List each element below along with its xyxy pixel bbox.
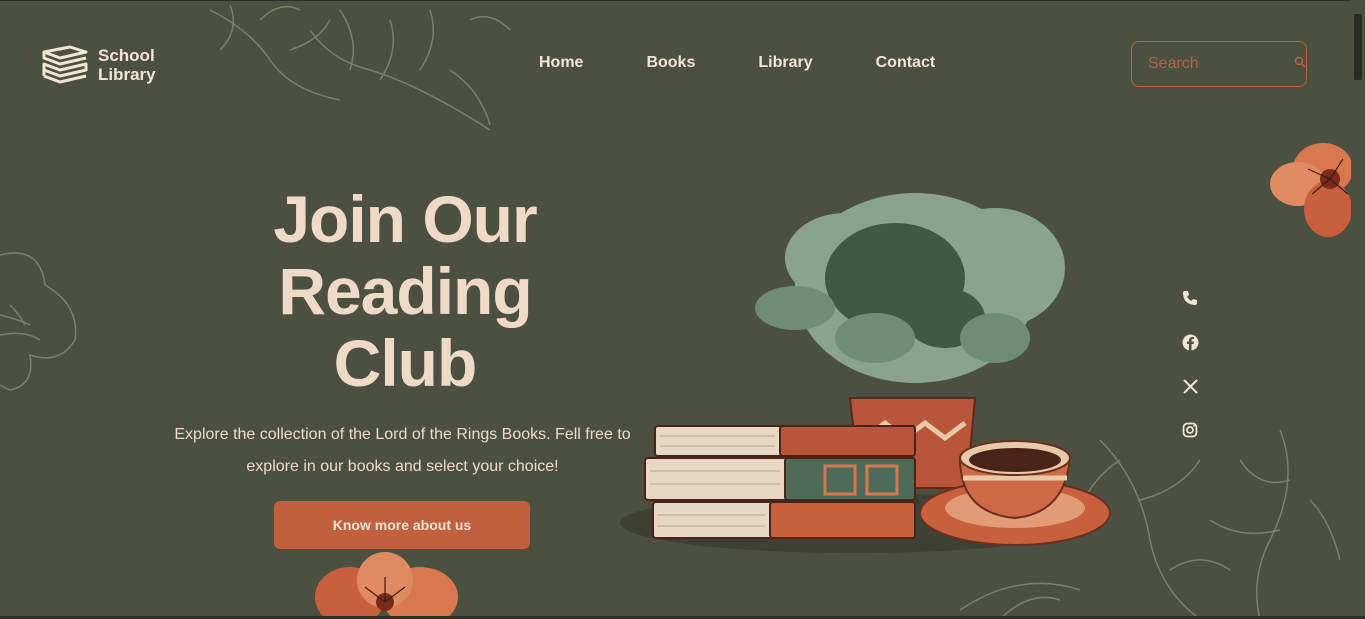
books-plant-illustration — [620, 193, 1111, 553]
nav-item-library[interactable]: Library — [758, 54, 812, 72]
hero-title: Join Our Reading Club — [200, 183, 610, 399]
scrollbar-thumb[interactable] — [1354, 14, 1362, 80]
books-stack-icon — [42, 45, 88, 84]
flower-illustration-bottom — [315, 552, 458, 619]
hero-description-line1: Explore the collection of the Lord of th… — [174, 426, 631, 443]
brand-line2: Library — [98, 65, 156, 84]
instagram-icon[interactable] — [1180, 420, 1200, 440]
hero-description-line2: explore in our books and select your cho… — [246, 458, 559, 475]
x-icon[interactable] — [1180, 376, 1200, 396]
nav-item-home[interactable]: Home — [539, 54, 583, 72]
facebook-icon[interactable] — [1180, 332, 1200, 352]
hero-title-line3: Club — [333, 326, 478, 400]
site-logo[interactable]: School Library — [40, 44, 156, 86]
hero-title-line1: Join Our — [273, 182, 537, 256]
nav-item-books[interactable]: Books — [646, 54, 695, 72]
main-nav: Home Books Library Contact — [539, 54, 998, 72]
know-more-button[interactable]: Know more about us — [274, 501, 530, 549]
hero-title-line2: Reading — [278, 254, 532, 328]
phone-icon[interactable] — [1180, 288, 1200, 308]
search-input[interactable] — [1132, 54, 1280, 74]
flower-outline-left — [0, 252, 77, 391]
search-icon[interactable] — [1294, 55, 1306, 73]
nav-item-contact[interactable]: Contact — [876, 54, 936, 72]
leaf-decoration-top — [209, 4, 511, 131]
search-box — [1131, 41, 1307, 87]
flower-illustration-right — [1270, 143, 1353, 237]
brand-name: School Library — [98, 46, 156, 84]
scrollbar[interactable] — [1351, 0, 1365, 619]
brand-line1: School — [98, 46, 155, 65]
hero-description: Explore the collection of the Lord of th… — [160, 419, 645, 483]
